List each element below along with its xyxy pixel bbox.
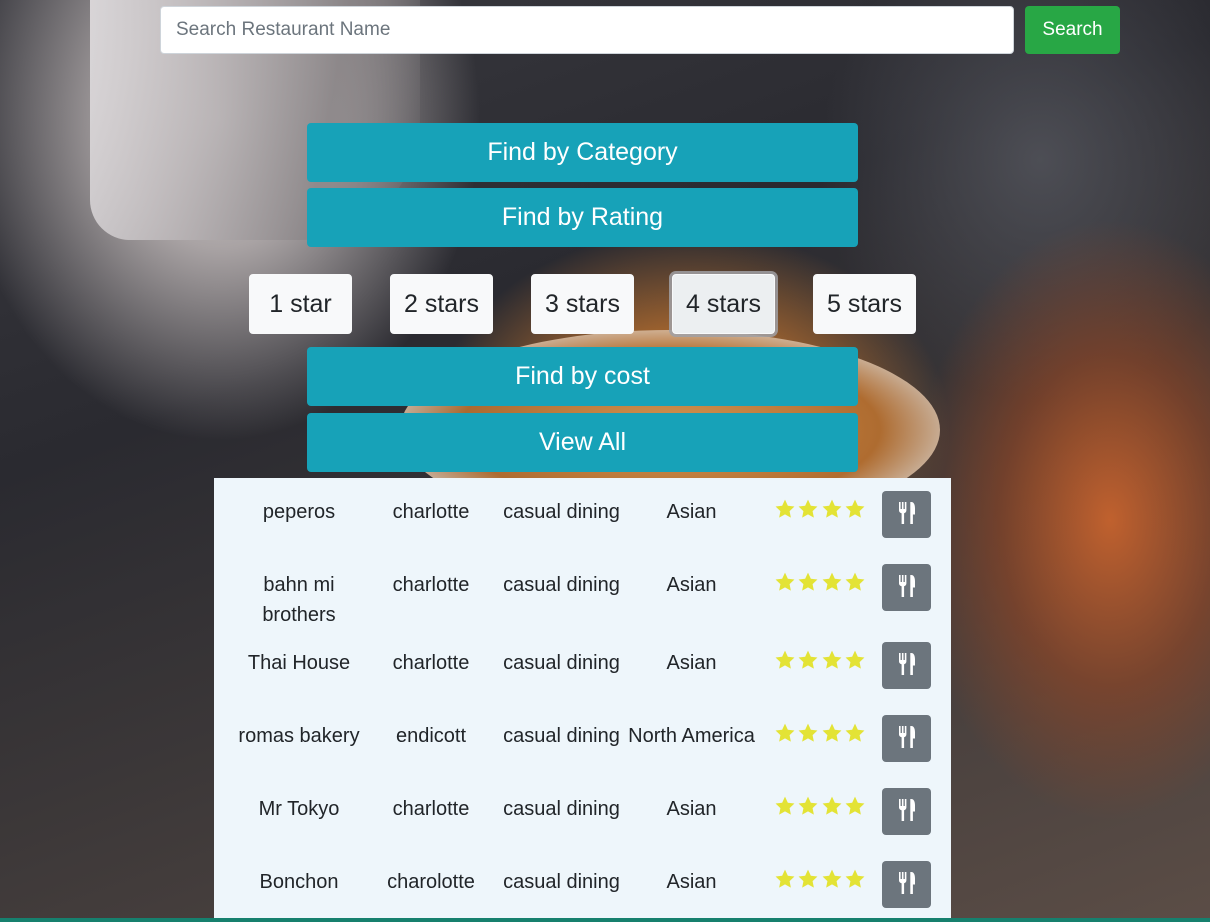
restaurant-type: casual dining [503,871,620,893]
search-button[interactable]: Search [1025,6,1120,54]
star-icon [821,868,843,899]
restaurant-cuisine: Asian [666,798,717,820]
restaurant-city: charlotte [392,501,470,523]
restaurant-cuisine: Asian [666,871,717,893]
restaurant-city: charlotte [392,574,470,596]
rating-stars [774,722,866,753]
restaurant-name: romas bakery [238,725,360,747]
restaurant-name: Bonchon [259,871,339,893]
fork-knife-icon [897,574,917,601]
star-icon [774,795,796,826]
restaurant-type: casual dining [503,798,620,820]
rating-stars [774,498,866,529]
star-icon [797,722,819,753]
view-restaurant-button[interactable] [882,642,931,689]
rating-2-stars-button[interactable]: 2 stars [390,274,493,334]
star-icon [797,795,819,826]
view-restaurant-button[interactable] [882,715,931,762]
star-icon [774,498,796,529]
star-icon [774,649,796,680]
rating-stars [774,571,866,602]
star-icon [821,722,843,753]
star-icon [797,498,819,529]
fork-knife-icon [897,725,917,752]
restaurant-cuisine: North America [628,725,755,747]
view-restaurant-button[interactable] [882,861,931,908]
rating-4-stars-button[interactable]: 4 stars [672,274,775,334]
find-by-category-button[interactable]: Find by Category [307,123,858,182]
restaurant-type: casual dining [503,652,620,674]
star-icon [797,649,819,680]
restaurant-name: bahn mi brothers [262,574,336,626]
star-icon [774,571,796,602]
star-icon [797,868,819,899]
star-icon [821,498,843,529]
results-list: peperos charlotte casual dining Asian bahn m… [214,478,951,922]
star-icon [821,795,843,826]
search-input[interactable] [160,6,1014,54]
view-all-button[interactable]: View All [307,413,858,472]
rating-3-stars-button[interactable]: 3 stars [531,274,634,334]
star-icon [821,571,843,602]
find-by-cost-button[interactable]: Find by cost [307,347,858,406]
find-by-rating-button[interactable]: Find by Rating [307,188,858,247]
restaurant-cuisine: Asian [666,652,717,674]
fork-knife-icon [897,798,917,825]
rating-stars [774,868,866,899]
restaurant-city: charolotte [387,871,475,893]
restaurant-city: charlotte [392,652,470,674]
star-icon [774,868,796,899]
rating-stars [774,795,866,826]
rating-1-star-button[interactable]: 1 star [249,274,352,334]
fork-knife-icon [897,652,917,679]
restaurant-name: peperos [262,501,336,523]
star-icon [844,649,866,680]
restaurant-type: casual dining [503,574,620,596]
restaurant-type: casual dining [503,501,620,523]
rating-5-stars-button[interactable]: 5 stars [813,274,916,334]
star-icon [774,722,796,753]
restaurant-name: Mr Tokyo [258,798,340,820]
view-restaurant-button[interactable] [882,564,931,611]
restaurant-cuisine: Asian [666,501,717,523]
bottom-strip [0,918,1210,922]
restaurant-city: charlotte [392,798,470,820]
restaurant-type: casual dining [503,725,620,747]
star-icon [844,498,866,529]
fork-knife-icon [897,871,917,898]
star-icon [844,795,866,826]
view-restaurant-button[interactable] [882,788,931,835]
star-icon [844,722,866,753]
restaurant-cuisine: Asian [666,574,717,596]
star-icon [844,868,866,899]
restaurant-city: endicott [395,725,467,747]
restaurant-name: Thai House [247,652,351,674]
star-icon [797,571,819,602]
star-icon [821,649,843,680]
view-restaurant-button[interactable] [882,491,931,538]
rating-stars [774,649,866,680]
fork-knife-icon [897,501,917,528]
star-icon [844,571,866,602]
